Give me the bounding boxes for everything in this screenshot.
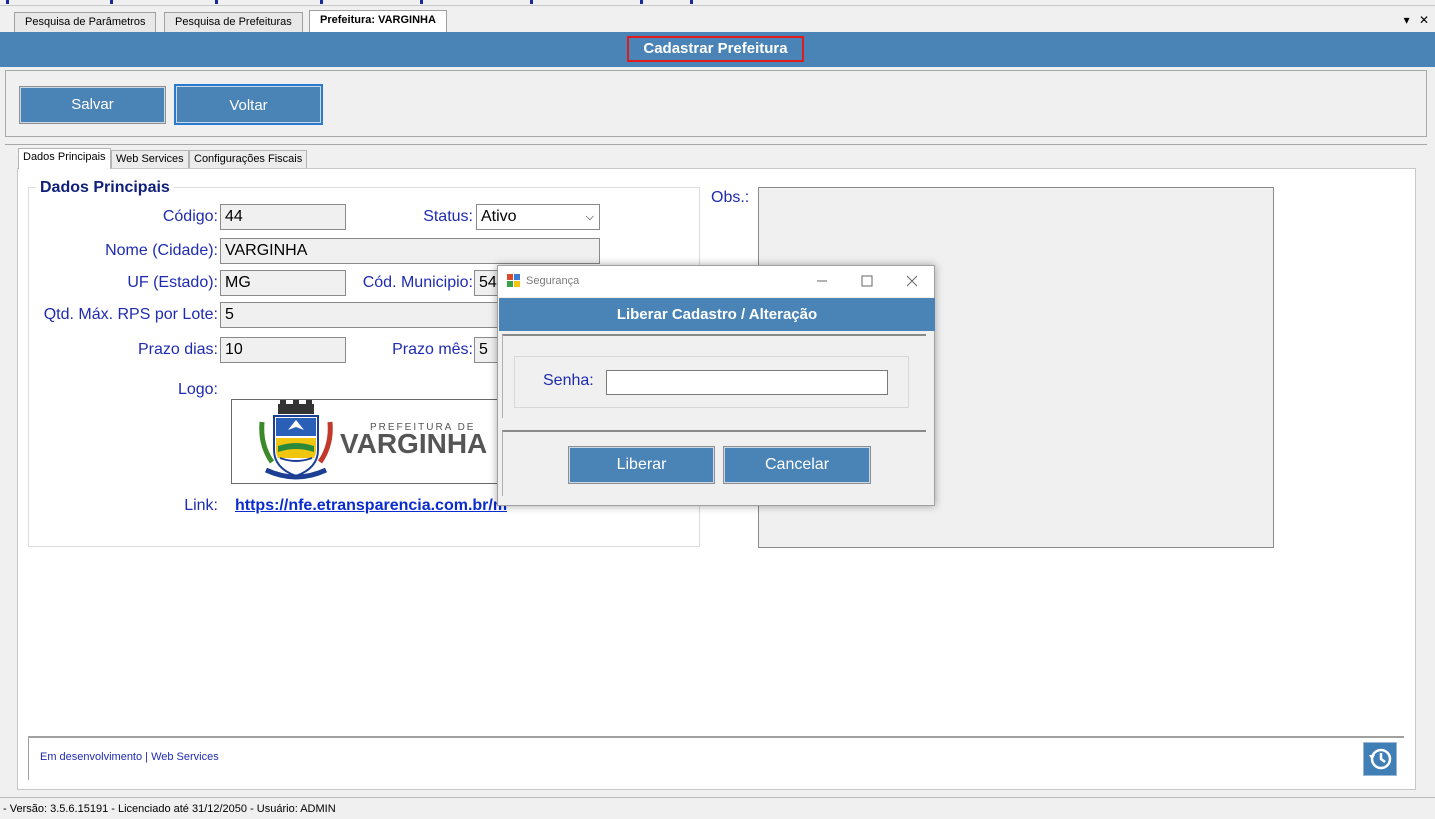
cod-municipio-label: Cód. Municipio: [362, 274, 473, 291]
prazo-mes-label: Prazo mês: [392, 341, 473, 358]
obs-label: Obs.: [711, 189, 750, 206]
back-button[interactable]: Voltar [174, 84, 323, 125]
nome-field[interactable]: VARGINHA [220, 238, 600, 264]
qtd-rps-label: Qtd. Máx. RPS por Lote: [43, 306, 218, 323]
version-status-text: - Versão: 3.5.6.15191 - Licenciado até 3… [3, 803, 336, 815]
tab-bar-controls: ▾ ✕ [1404, 13, 1429, 27]
cancelar-button[interactable]: Cancelar [723, 446, 871, 484]
dialog-button-panel: Liberar Cancelar [502, 430, 926, 496]
footer-status-text: Em desenvolvimento | Web Services [40, 751, 219, 763]
logo-city-name: VARGINHA [340, 428, 488, 459]
senha-label: Senha: [543, 372, 594, 389]
document-tab-bar: Pesquisa de Parâmetros Pesquisa de Prefe… [0, 7, 1435, 32]
uf-field[interactable]: MG [220, 270, 346, 296]
password-panel: Senha: [502, 334, 926, 418]
link-value[interactable]: https://nfe.etransparencia.com.br/m [235, 497, 507, 515]
tab-pesquisa-parametros[interactable]: Pesquisa de Parâmetros [14, 12, 157, 32]
chevron-down-icon: ⌵ [585, 211, 594, 223]
security-dialog: Segurança Liberar Cadastro / Alteração S… [497, 265, 935, 506]
dialog-title: Segurança [526, 275, 580, 287]
tab-dados-principais[interactable]: Dados Principais [18, 148, 111, 169]
strip-mark [320, 0, 323, 4]
minimize-icon[interactable] [816, 275, 828, 287]
strip-mark [110, 0, 113, 4]
page-title: Cadastrar Prefeitura [627, 36, 804, 62]
dialog-header: Liberar Cadastro / Alteração [499, 298, 935, 331]
strip-mark [690, 0, 693, 4]
password-group: Senha: [514, 356, 909, 408]
tab-pesquisa-prefeituras[interactable]: Pesquisa de Prefeituras [164, 12, 303, 32]
strip-mark [640, 0, 643, 4]
link-label: Link: [184, 497, 218, 514]
uf-label: UF (Estado): [127, 274, 218, 291]
nome-label: Nome (Cidade): [105, 242, 218, 259]
status-bar: - Versão: 3.5.6.15191 - Licenciado até 3… [0, 797, 1435, 819]
tab-web-services[interactable]: Web Services [111, 150, 189, 168]
tab-list-dropdown-icon[interactable]: ▾ [1404, 13, 1410, 27]
close-tab-icon[interactable]: ✕ [1419, 13, 1429, 27]
history-button[interactable] [1363, 742, 1397, 776]
status-select[interactable]: Ativo ⌵ [476, 204, 600, 230]
groupbox-title: Dados Principais [36, 179, 174, 197]
codigo-label: Código: [162, 208, 218, 225]
strip-mark [6, 0, 9, 4]
strip-mark [420, 0, 423, 4]
strip-mark [530, 0, 533, 4]
app-window-icon [507, 274, 520, 287]
top-strip [0, 0, 1435, 6]
prazo-dias-field[interactable]: 10 [220, 337, 346, 363]
footer-info-box: Em desenvolvimento | Web Services [28, 736, 1404, 780]
history-icon [1369, 748, 1392, 770]
maximize-icon[interactable] [861, 275, 873, 287]
dialog-titlebar[interactable]: Segurança [498, 266, 934, 297]
status-select-value: Ativo [481, 208, 517, 225]
varginha-coat-of-arms-icon [259, 400, 333, 480]
codigo-field[interactable]: 44 [220, 204, 346, 230]
senha-input[interactable] [606, 370, 888, 395]
logo-label: Logo: [177, 381, 218, 398]
logo-image[interactable]: PREFEITURA DE VARGINHA [231, 399, 505, 484]
strip-mark [215, 0, 218, 4]
liberar-button[interactable]: Liberar [568, 446, 715, 484]
close-icon[interactable] [906, 275, 918, 287]
prazo-dias-label: Prazo dias: [137, 341, 218, 358]
status-label: Status: [423, 208, 473, 225]
header-band: Cadastrar Prefeitura [0, 32, 1435, 67]
tab-configuracoes-fiscais[interactable]: Configurações Fiscais [189, 150, 308, 168]
tab-prefeitura-varginha[interactable]: Prefeitura: VARGINHA [309, 10, 447, 32]
save-button[interactable]: Salvar [19, 86, 166, 124]
toolbar-panel: Salvar Voltar [5, 70, 1427, 137]
